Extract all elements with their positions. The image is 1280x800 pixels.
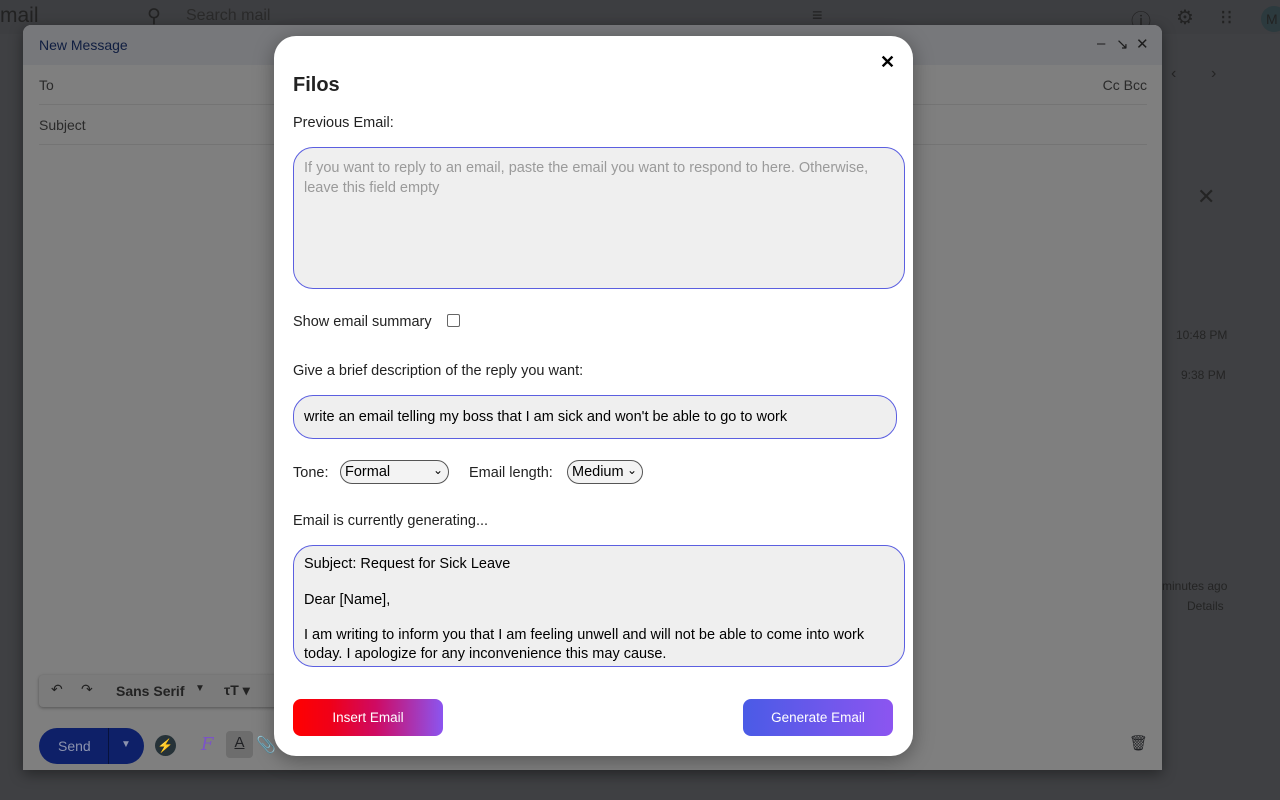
last-activity: minutes ago xyxy=(1162,579,1228,593)
tone-select[interactable]: Formal ⌄ xyxy=(340,460,449,484)
length-label: Email length: xyxy=(469,465,553,481)
description-input[interactable]: write an email telling my boss that I am… xyxy=(293,395,897,439)
send-button[interactable]: Send ▼ xyxy=(39,728,144,764)
chevron-down-icon: ⌄ xyxy=(626,463,637,477)
send-options-icon[interactable]: ▼ xyxy=(121,739,131,750)
previous-email-label: Previous Email: xyxy=(293,115,394,131)
text-size-icon[interactable]: τT ▾ xyxy=(224,682,250,699)
filos-modal: ✕ Filos Previous Email: If you want to r… xyxy=(274,36,913,756)
attachment-icon[interactable]: 📎 xyxy=(256,735,276,755)
generation-status: Email is currently generating... xyxy=(293,513,489,529)
cc-bcc-link[interactable]: Cc Bcc xyxy=(1103,77,1147,93)
trash-icon[interactable]: 🗑 xyxy=(1129,734,1148,752)
insert-email-button[interactable]: Insert Email xyxy=(293,699,443,736)
chevron-right-icon[interactable]: › xyxy=(1211,65,1216,83)
lightning-icon[interactable]: ⚡ xyxy=(155,735,176,756)
tone-label: Tone: xyxy=(293,465,329,481)
output-line: Subject: Request for Sick Leave xyxy=(304,556,511,572)
chevron-left-icon[interactable]: ‹ xyxy=(1171,65,1176,83)
output-line: Dear [Name], xyxy=(304,592,391,608)
close-icon[interactable]: ✕ xyxy=(1197,184,1215,210)
exit-fullscreen-icon[interactable]: ↘ xyxy=(1116,35,1129,53)
details-link[interactable]: Details xyxy=(1187,599,1224,613)
email-time: 10:48 PM xyxy=(1176,328,1228,342)
compose-title: New Message xyxy=(39,37,128,53)
show-summary-checkbox[interactable] xyxy=(447,314,460,327)
tone-value: Formal xyxy=(345,464,391,480)
font-select[interactable]: Sans Serif xyxy=(116,683,184,699)
minimize-icon[interactable]: ‒ xyxy=(1097,35,1105,52)
search-input[interactable]: Search mail xyxy=(186,7,270,25)
length-value: Medium xyxy=(572,464,624,480)
email-time: 9:38 PM xyxy=(1181,368,1226,382)
to-label: To xyxy=(39,77,54,93)
close-compose-icon[interactable]: ✕ xyxy=(1136,35,1149,53)
redo-icon[interactable]: ↷ xyxy=(81,681,93,698)
undo-icon[interactable]: ↶ xyxy=(51,681,63,698)
modal-title: Filos xyxy=(293,74,340,96)
close-icon[interactable]: ✕ xyxy=(880,52,895,73)
text-color-icon[interactable]: A xyxy=(226,731,253,758)
filos-icon[interactable]: F xyxy=(201,734,214,755)
generate-email-button[interactable]: Generate Email xyxy=(743,699,893,736)
generated-email-textarea[interactable]: Subject: Request for Sick Leave Dear [Na… xyxy=(293,545,905,667)
chevron-down-icon: ⌄ xyxy=(432,463,443,477)
chevron-down-icon[interactable]: ▼ xyxy=(195,683,205,694)
description-label: Give a brief description of the reply yo… xyxy=(293,363,584,379)
previous-email-textarea[interactable]: If you want to reply to an email, paste … xyxy=(293,147,905,289)
output-line: I am writing to inform you that I am fee… xyxy=(304,627,865,662)
send-label: Send xyxy=(58,738,91,754)
apps-grid-icon[interactable]: ⁝⁝ xyxy=(1220,5,1233,30)
length-select[interactable]: Medium ⌄ xyxy=(567,460,643,484)
show-summary-label: Show email summary xyxy=(293,314,432,330)
gear-icon[interactable]: ⚙ xyxy=(1176,5,1194,30)
avatar[interactable]: M xyxy=(1261,6,1280,32)
search-options-icon[interactable]: ≡ xyxy=(812,5,823,26)
